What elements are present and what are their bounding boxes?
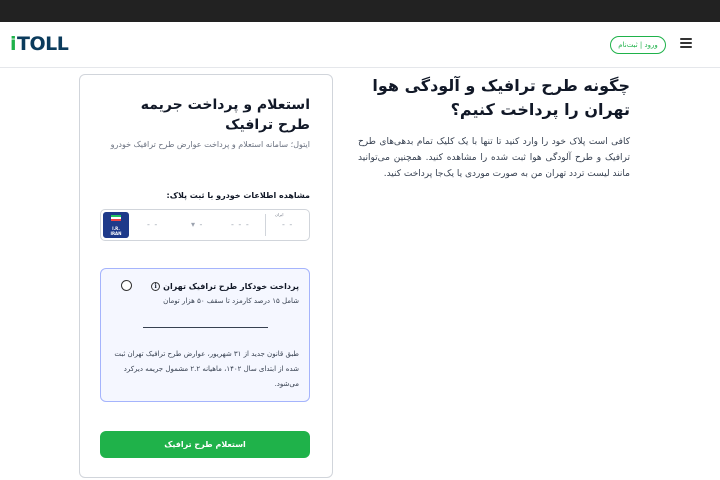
info-article: چگونه طرح ترافیک و آلودگی هوا تهران را پ… bbox=[358, 74, 630, 182]
browser-top-bar bbox=[0, 0, 720, 22]
plate-field-number-1[interactable]: - - bbox=[147, 220, 158, 229]
license-plate-input[interactable]: I.R. IRAN - - ▾ - - - - ایران - - bbox=[100, 209, 310, 241]
auto-payment-subtitle: شامل ۱۵ درصد کارمزد تا سقف ۵۰ هزار تومان bbox=[163, 297, 299, 305]
hamburger-menu-icon[interactable] bbox=[680, 38, 692, 50]
auto-payment-title: پرداخت خودکار طرح ترافیک تهران i bbox=[151, 282, 299, 291]
traffic-inquiry-submit-button[interactable]: استعلام طرح ترافیک bbox=[100, 431, 310, 458]
article-title: چگونه طرح ترافیک و آلودگی هوا تهران را پ… bbox=[372, 76, 630, 119]
card-subtitle: ایتول؛ سامانه استعلام و پرداخت عوارض طرح… bbox=[110, 140, 310, 149]
plate-field-letter[interactable]: ▾ - bbox=[191, 220, 203, 229]
plate-divider bbox=[265, 214, 266, 236]
auto-payment-title-text: پرداخت خودکار طرح ترافیک تهران bbox=[163, 282, 299, 291]
itoll-logo[interactable]: i TOLL bbox=[10, 33, 69, 55]
auto-payment-radio[interactable] bbox=[121, 280, 132, 291]
traffic-inquiry-card: استعلام و پرداخت جریمه طرح ترافیک ایتول؛… bbox=[79, 74, 333, 478]
auto-payment-note: طبق قانون جدید از ۳۱ شهریور، عوارض طرح ت… bbox=[114, 350, 299, 388]
plate-field-number-2[interactable]: - - - bbox=[231, 220, 250, 229]
plate-region-label: ایران bbox=[275, 212, 284, 217]
logo-text: TOLL bbox=[17, 33, 69, 55]
info-icon[interactable]: i bbox=[151, 282, 161, 291]
site-header: i TOLL ورود | ثبت‌نام bbox=[0, 22, 720, 68]
login-register-button[interactable]: ورود | ثبت‌نام bbox=[610, 36, 666, 54]
auto-payment-option[interactable]: پرداخت خودکار طرح ترافیک تهران i شامل ۱۵… bbox=[100, 268, 310, 402]
plate-field-region[interactable]: - - bbox=[282, 220, 293, 229]
card-title: استعلام و پرداخت جریمه طرح ترافیک bbox=[140, 97, 310, 133]
auto-payment-divider bbox=[143, 327, 268, 328]
article-body: کافی است پلاک خود را وارد کنید تا تنها ب… bbox=[358, 137, 630, 179]
logo-i: i bbox=[10, 33, 17, 55]
plate-flag-line2: IRAN bbox=[110, 231, 122, 236]
iran-flag-icon: I.R. IRAN bbox=[103, 212, 129, 238]
plate-label: مشاهده اطلاعات خودرو با ثبت پلاک: bbox=[166, 191, 310, 200]
